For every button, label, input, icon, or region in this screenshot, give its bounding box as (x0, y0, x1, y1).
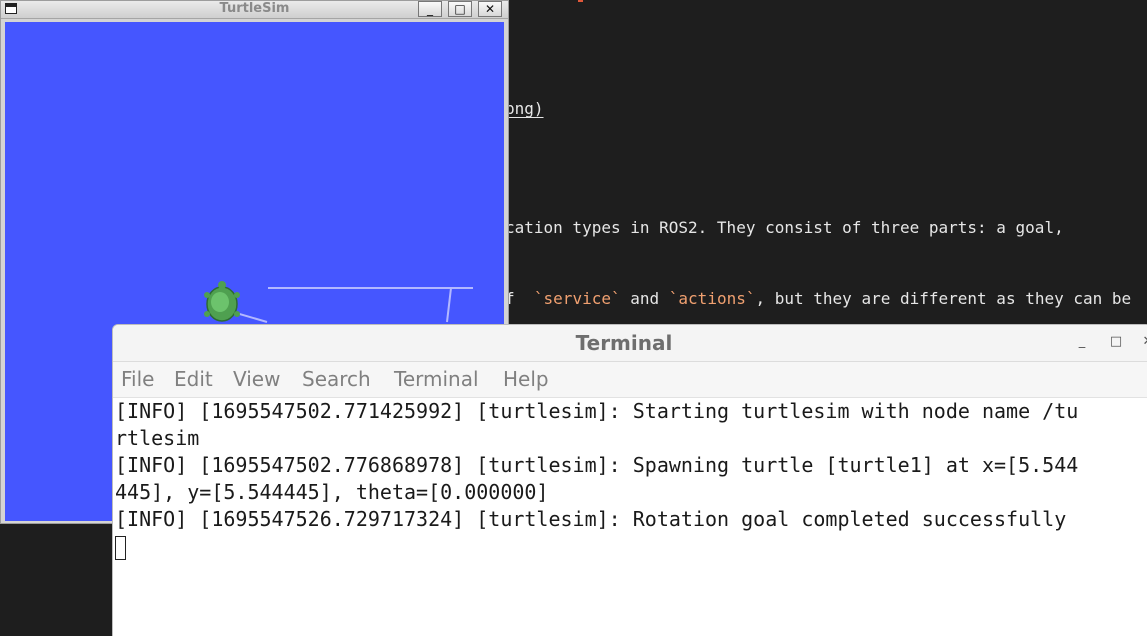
terminal-window[interactable]: Terminal _ □ ✕ File Edit View Search Ter… (112, 324, 1147, 636)
menu-edit[interactable]: Edit (174, 362, 213, 397)
terminal-minimize-button[interactable]: _ (1073, 333, 1091, 351)
editor-image-link[interactable]: png) (505, 99, 544, 118)
editor-red-marker (578, 0, 583, 2)
menu-terminal[interactable]: Terminal (394, 362, 479, 397)
editor-line-service-actions: f `service` and `actions`, but they are … (505, 289, 1131, 308)
terminal-line: 445], y=[5.544445], theta=[0.000000] (115, 480, 549, 504)
terminal-maximize-button[interactable]: □ (1107, 333, 1125, 351)
editor-text-rest: , but they are different as they can be (755, 289, 1132, 308)
menu-search[interactable]: Search (302, 362, 371, 397)
turtlesim-minimize-button[interactable]: _ (418, 1, 442, 17)
menu-help[interactable]: Help (503, 362, 549, 397)
turtle-icon (204, 281, 240, 322)
turtlesim-titlebar[interactable]: TurtleSim _ □ ✕ (1, 1, 508, 19)
editor-code-service: `service` (533, 289, 621, 308)
background-editor[interactable]: png) cation types in ROS2. They consist … (505, 0, 1147, 320)
terminal-menubar: File Edit View Search Terminal Help (113, 362, 1147, 398)
terminal-line: [INFO] [1695547502.771425992] [turtlesim… (115, 399, 1079, 423)
terminal-title: Terminal (575, 331, 673, 355)
terminal-line: rtlesim (115, 426, 200, 450)
turtle-trail-path (268, 287, 473, 323)
terminal-line: [INFO] [1695547502.776868978] [turtlesim… (115, 453, 1079, 477)
editor-line-actions-intro: cation types in ROS2. They consist of th… (505, 218, 1064, 237)
terminal-titlebar[interactable]: Terminal _ □ ✕ (113, 325, 1147, 362)
editor-text-and: and (620, 289, 669, 308)
terminal-line: [INFO] [1695547526.729717324] [turtlesim… (115, 507, 1067, 531)
editor-text-fragment: f (505, 289, 534, 308)
turtlesim-maximize-button[interactable]: □ (448, 1, 472, 17)
terminal-close-button[interactable]: ✕ (1139, 333, 1147, 351)
terminal-prompt-line[interactable] (115, 533, 1147, 560)
desktop: png) cation types in ROS2. They consist … (0, 0, 1147, 636)
menu-view[interactable]: View (233, 362, 280, 397)
terminal-cursor (115, 535, 126, 560)
editor-code-actions: `actions` (668, 289, 756, 308)
turtlesim-close-button[interactable]: ✕ (478, 1, 502, 17)
terminal-output[interactable]: [INFO] [1695547502.771425992] [turtlesim… (115, 398, 1147, 560)
menu-file[interactable]: File (121, 362, 154, 397)
